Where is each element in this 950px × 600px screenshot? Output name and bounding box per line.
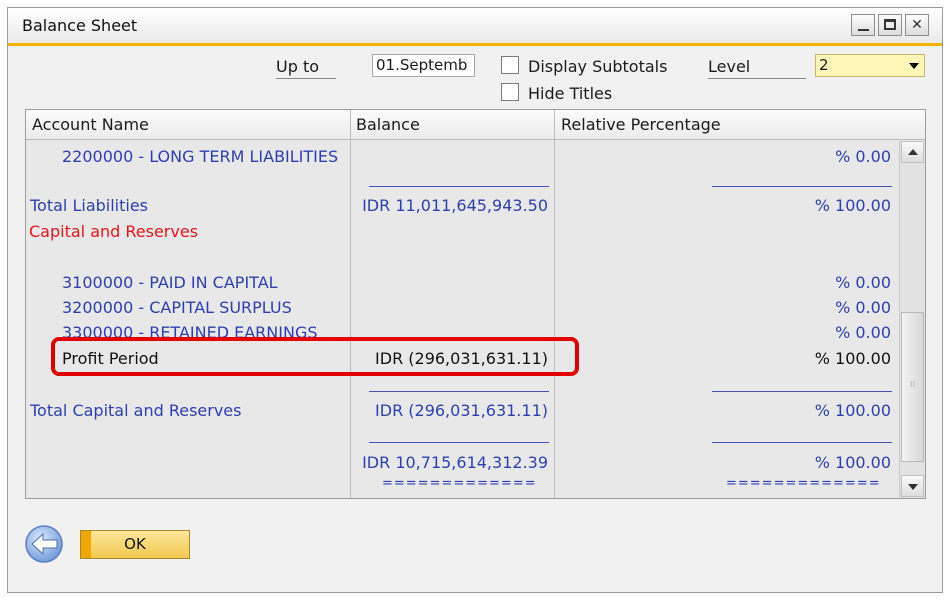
chevron-down-icon [909, 63, 919, 69]
balance-cell: IDR (296,031,631.11) [375, 401, 548, 420]
account-name-cell[interactable]: Total Liabilities [30, 196, 148, 215]
percent-cell: % 0.00 [835, 147, 891, 166]
percent-cell: % 100.00 [814, 453, 891, 472]
minimize-button[interactable] [851, 14, 875, 36]
percent-cell: % 100.00 [814, 349, 891, 368]
percent-cell: % 0.00 [835, 273, 891, 292]
window-title: Balance Sheet [22, 16, 138, 35]
profit-period-highlight [51, 337, 579, 376]
percent-cell: % 100.00 [814, 196, 891, 215]
grand-total-double-rule: ============= [382, 476, 537, 491]
upto-label: Up to [276, 57, 320, 76]
back-arrow-icon [25, 525, 63, 563]
ok-button[interactable]: OK [80, 530, 190, 559]
scroll-up-button[interactable] [901, 141, 924, 163]
account-name-cell[interactable]: 2200000 - LONG TERM LIABILITIES [62, 147, 338, 166]
title-bar: Balance Sheet ✕ [8, 8, 942, 46]
hide-titles-checkbox[interactable] [501, 83, 519, 101]
column-divider [350, 110, 351, 498]
maximize-button[interactable] [878, 14, 902, 36]
balance-cell: IDR 10,715,614,312.39 [362, 453, 548, 472]
close-icon: ✕ [911, 17, 923, 33]
upto-label-underline [276, 78, 336, 79]
account-name-cell[interactable]: 3100000 - PAID IN CAPITAL [62, 273, 278, 292]
display-subtotals-checkbox[interactable] [501, 56, 519, 74]
grand-total-double-rule: ============= [726, 476, 881, 491]
maximize-icon [884, 19, 896, 30]
level-value: 2 [819, 56, 829, 74]
arrow-up-icon [908, 149, 918, 155]
balance-sheet-window: Balance Sheet ✕ Up to 01.Septemb Display… [7, 7, 943, 593]
arrow-down-icon [908, 484, 918, 490]
subtotal-rule [712, 442, 892, 443]
percent-cell: % 0.00 [835, 298, 891, 317]
subtotal-rule [712, 391, 892, 392]
level-dropdown[interactable]: 2 [815, 54, 925, 77]
column-header-account-name[interactable]: Account Name [32, 115, 149, 134]
scroll-thumb[interactable]: ⁝⁝ [901, 312, 924, 462]
balance-grid: Account Name Balance Relative Percentage… [25, 109, 926, 499]
balance-cell: IDR 11,011,645,943.50 [362, 196, 548, 215]
hide-titles-label: Hide Titles [528, 84, 613, 103]
subtotal-rule [369, 391, 549, 392]
subtotal-rule [369, 186, 549, 187]
ok-button-accent [81, 531, 91, 558]
account-name-cell[interactable]: 3200000 - CAPITAL SURPLUS [62, 298, 292, 317]
percent-cell: % 0.00 [835, 323, 891, 342]
ok-button-label: OK [124, 535, 146, 553]
scroll-down-button[interactable] [901, 475, 924, 497]
display-subtotals-label: Display Subtotals [528, 57, 668, 76]
grip-icon: ⁝⁝ [910, 380, 916, 389]
back-button[interactable] [24, 524, 68, 564]
section-title-cell: Capital and Reserves [29, 222, 199, 241]
subtotal-rule [712, 186, 892, 187]
level-label-underline [708, 78, 806, 79]
grid-header: Account Name Balance Relative Percentage [26, 110, 925, 140]
column-header-balance[interactable]: Balance [356, 115, 420, 134]
column-header-relative-percentage[interactable]: Relative Percentage [561, 115, 721, 134]
account-name-cell[interactable]: Total Capital and Reserves [30, 401, 241, 420]
vertical-scrollbar[interactable]: ⁝⁝ [899, 141, 925, 498]
minimize-icon [858, 29, 869, 31]
close-button[interactable]: ✕ [905, 14, 929, 36]
percent-cell: % 100.00 [814, 401, 891, 420]
level-label: Level [708, 57, 751, 76]
subtotal-rule [369, 442, 549, 443]
column-divider [554, 110, 555, 498]
upto-date-field[interactable]: 01.Septemb [372, 54, 475, 77]
